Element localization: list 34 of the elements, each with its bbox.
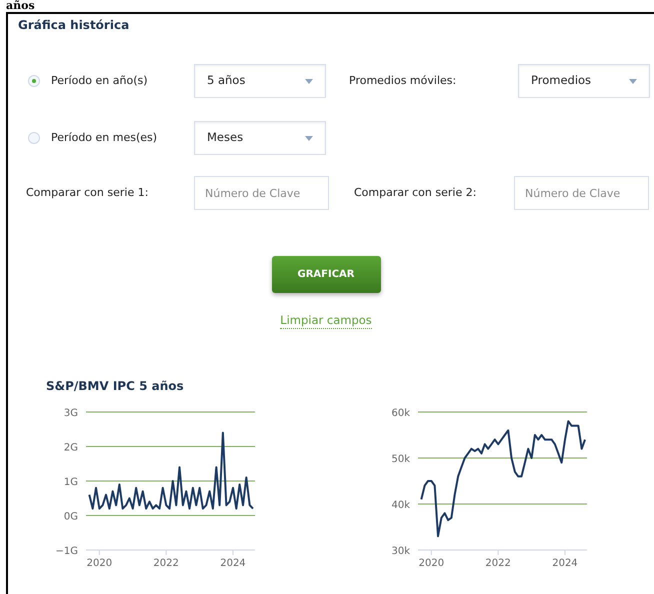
compare-label: Comparar con serie 2: [354, 184, 478, 201]
y-tick-label: 60k [391, 408, 410, 419]
series-input-field[interactable]: Número de Clave [194, 176, 329, 210]
y-tick-label: 40k [391, 500, 410, 511]
dropdown[interactable]: Promedios [518, 64, 650, 98]
caret-icon [629, 78, 637, 84]
radio-label: Período en mes(es) [51, 130, 158, 146]
panel-title: Gráfica histórica [18, 17, 130, 34]
page-heading: años [6, 0, 35, 12]
graph-button[interactable]: GRAFICAR [272, 256, 380, 293]
series-input-field[interactable]: Número de Clave [514, 176, 649, 210]
dropdown[interactable]: Meses [194, 121, 326, 155]
radio-label: Período en año(s) [51, 72, 149, 89]
x-tick-label: 2020 [86, 558, 112, 568]
x-tick-label: 2022 [485, 558, 511, 568]
caret-icon [305, 136, 313, 140]
x-tick-label: 2022 [153, 558, 179, 568]
compare-label: Comparar con serie 1: [26, 184, 150, 201]
y-tick-label: 30k [391, 546, 410, 557]
y-tick-label: 50k [391, 454, 410, 465]
x-tick-label: 2024 [552, 558, 578, 568]
radio-button[interactable] [28, 132, 40, 144]
caret-icon [305, 78, 313, 84]
x-tick-label: 2024 [220, 558, 246, 568]
dropdown[interactable]: 5 años [194, 64, 326, 98]
y-tick-label: 1G [64, 477, 78, 488]
moving-averages-label: Promedios móviles: [349, 72, 458, 89]
radio-button[interactable] [28, 75, 40, 87]
x-tick-label: 2020 [418, 558, 444, 568]
y-tick-label: 3G [64, 408, 78, 419]
y-tick-label: 0G [64, 512, 78, 522]
y-tick-label: −1G [56, 546, 78, 557]
chart-title: S&P/BMV IPC 5 años [46, 378, 185, 395]
y-tick-label: 2G [64, 442, 78, 454]
